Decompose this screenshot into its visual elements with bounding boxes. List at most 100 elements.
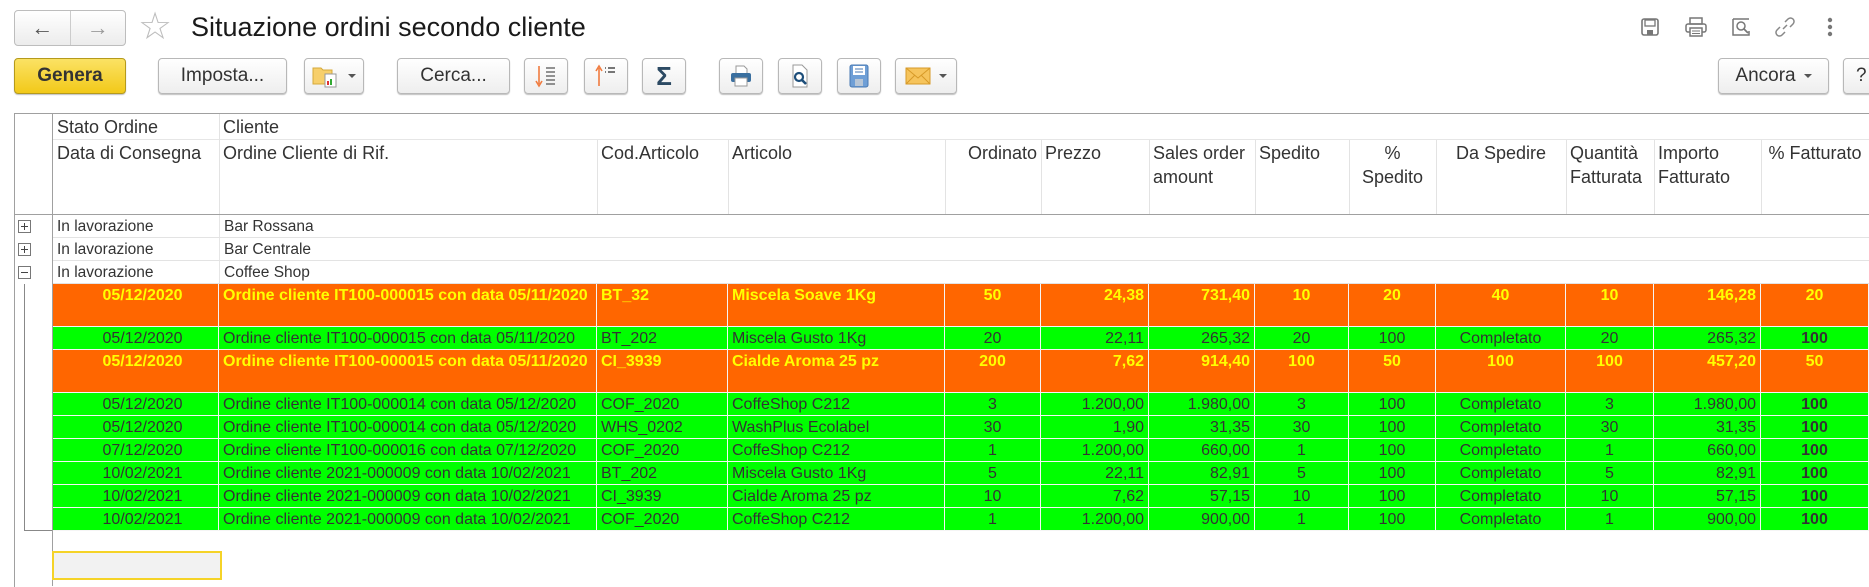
back-button[interactable]: ← (15, 11, 70, 45)
header-ordered[interactable]: Ordinato (945, 141, 1041, 165)
cell-qty-invoiced[interactable]: 10 (1566, 485, 1654, 507)
cell-item[interactable]: CoffeShop C212 (728, 439, 945, 461)
sort-ascending-button[interactable] (584, 58, 628, 94)
collapse-icon[interactable] (18, 266, 31, 279)
cell-shipped[interactable]: 100 (1255, 350, 1349, 392)
cell-customer-order-ref[interactable]: Ordine cliente IT100-000015 con data 05/… (219, 350, 597, 392)
cell-customer-order-ref[interactable]: Ordine cliente 2021-000009 con data 10/0… (219, 508, 597, 530)
table-row[interactable]: 05/12/2020 Ordine cliente IT100-000015 co… (53, 327, 1869, 350)
cell-customer-order-ref[interactable]: Ordine cliente IT100-000015 con data 05/… (219, 327, 597, 349)
cell-pct-shipped[interactable]: 100 (1349, 416, 1436, 438)
cell-shipped[interactable]: 10 (1255, 284, 1349, 326)
cell-item-code[interactable]: CI_3939 (597, 350, 728, 392)
cell-delivery-date[interactable]: 10/02/2021 (53, 485, 219, 507)
cell-pct-invoiced[interactable]: 50 (1761, 350, 1869, 392)
table-row[interactable]: 10/02/2021 Ordine cliente 2021-000009 con… (53, 508, 1869, 531)
cell-delivery-date[interactable]: 05/12/2020 (53, 284, 219, 326)
cell-amount-invoiced[interactable]: 31,35 (1654, 416, 1761, 438)
cell-sales-order-amount[interactable]: 57,15 (1149, 485, 1255, 507)
cell-pct-invoiced[interactable]: 100 (1761, 416, 1869, 438)
send-email-dropdown[interactable] (895, 58, 957, 94)
cell-shipped[interactable]: 1 (1255, 508, 1349, 530)
cell-sales-order-amount[interactable]: 914,40 (1149, 350, 1255, 392)
cell-sales-order-amount[interactable]: 660,00 (1149, 439, 1255, 461)
cell-amount-invoiced[interactable]: 82,91 (1654, 462, 1761, 484)
header-to-ship[interactable]: Da Spedire (1436, 141, 1566, 165)
cell-amount-invoiced[interactable]: 457,20 (1654, 350, 1761, 392)
cell-item[interactable]: Cialde Aroma 25 pz (728, 485, 945, 507)
cell-ordered[interactable]: 3 (945, 393, 1041, 415)
cell-to-ship[interactable]: 100 (1436, 350, 1566, 392)
cell-amount-invoiced[interactable]: 146,28 (1654, 284, 1761, 326)
table-row[interactable]: 07/12/2020 Ordine cliente IT100-000016 co… (53, 439, 1869, 462)
cell-price[interactable]: 24,38 (1041, 284, 1149, 326)
header-qty-invoiced[interactable]: Quantità Fatturata (1566, 141, 1654, 189)
cell-item-code[interactable]: COF_2020 (597, 393, 728, 415)
table-row[interactable]: 10/02/2021 Ordine cliente 2021-000009 con… (53, 462, 1869, 485)
cell-ordered[interactable]: 20 (945, 327, 1041, 349)
cell-pct-shipped[interactable]: 100 (1349, 508, 1436, 530)
report-variants-dropdown[interactable] (304, 58, 364, 94)
cell-to-ship[interactable]: Completato (1436, 416, 1566, 438)
preview-icon[interactable] (1727, 14, 1755, 40)
cell-amount-invoiced[interactable]: 57,15 (1654, 485, 1761, 507)
header-stato-ordine[interactable]: Stato Ordine (53, 115, 219, 139)
cell-sales-order-amount[interactable]: 900,00 (1149, 508, 1255, 530)
cell-item[interactable]: WashPlus Ecolabel (728, 416, 945, 438)
cell-customer-order-ref[interactable]: Ordine cliente 2021-000009 con data 10/0… (219, 462, 597, 484)
cell-delivery-date[interactable]: 10/02/2021 (53, 462, 219, 484)
cell-item-code[interactable]: BT_32 (597, 284, 728, 326)
cell-pct-shipped[interactable]: 100 (1349, 462, 1436, 484)
cell-to-ship[interactable]: Completato (1436, 393, 1566, 415)
cell-delivery-date[interactable]: 10/02/2021 (53, 508, 219, 530)
cell-amount-invoiced[interactable]: 1.980,00 (1654, 393, 1761, 415)
table-row[interactable]: 05/12/2020 Ordine cliente IT100-000014 co… (53, 416, 1869, 439)
cell-customer-order-ref[interactable]: Ordine cliente IT100-000014 con data 05/… (219, 416, 597, 438)
cell-item[interactable]: Miscela Gusto 1Kg (728, 327, 945, 349)
header-pct-shipped[interactable]: % Spedito (1349, 141, 1436, 189)
cell-ordered[interactable]: 10 (945, 485, 1041, 507)
link-icon[interactable] (1771, 14, 1799, 40)
cell-ordered[interactable]: 1 (945, 508, 1041, 530)
save-button[interactable] (837, 58, 881, 94)
cell-pct-shipped[interactable]: 100 (1349, 327, 1436, 349)
header-item[interactable]: Articolo (728, 141, 945, 165)
header-cliente[interactable]: Cliente (219, 115, 619, 139)
cell-shipped[interactable]: 30 (1255, 416, 1349, 438)
cell-sales-order-amount[interactable]: 31,35 (1149, 416, 1255, 438)
table-row[interactable]: 05/12/2020 Ordine cliente IT100-000015 co… (53, 350, 1869, 393)
cell-qty-invoiced[interactable]: 1 (1566, 439, 1654, 461)
cell-item-code[interactable]: COF_2020 (597, 508, 728, 530)
cell-item[interactable]: Cialde Aroma 25 pz (728, 350, 945, 392)
cell-price[interactable]: 1.200,00 (1041, 439, 1149, 461)
preview-button[interactable] (778, 58, 822, 94)
cell-customer-order-ref[interactable]: Ordine cliente IT100-000016 con data 07/… (219, 439, 597, 461)
cell-sales-order-amount[interactable]: 82,91 (1149, 462, 1255, 484)
cell-sales-order-amount[interactable]: 1.980,00 (1149, 393, 1255, 415)
save-icon[interactable] (1636, 14, 1664, 40)
header-customer-order-ref[interactable]: Ordine Cliente di Rif. (219, 141, 597, 165)
cell-pct-shipped[interactable]: 50 (1349, 350, 1436, 392)
cell-item[interactable]: CoffeShop C212 (728, 508, 945, 530)
cell-to-ship[interactable]: Completato (1436, 439, 1566, 461)
cell-sales-order-amount[interactable]: 265,32 (1149, 327, 1255, 349)
cell-item[interactable]: CoffeShop C212 (728, 393, 945, 415)
cell-pct-invoiced[interactable]: 100 (1761, 439, 1869, 461)
group-row[interactable]: In lavorazione Bar Centrale (53, 238, 1869, 261)
header-shipped[interactable]: Spedito (1255, 141, 1349, 165)
cell-customer-order-ref[interactable]: Ordine cliente IT100-000015 con data 05/… (219, 284, 597, 326)
cell-qty-invoiced[interactable]: 10 (1566, 284, 1654, 326)
cell-to-ship[interactable]: Completato (1436, 485, 1566, 507)
cell-price[interactable]: 1,90 (1041, 416, 1149, 438)
header-delivery-date[interactable]: Data di Consegna (53, 141, 219, 165)
cell-shipped[interactable]: 10 (1255, 485, 1349, 507)
cell-amount-invoiced[interactable]: 660,00 (1654, 439, 1761, 461)
group-row[interactable]: In lavorazione Bar Rossana (53, 215, 1869, 238)
cell-qty-invoiced[interactable]: 5 (1566, 462, 1654, 484)
cell-qty-invoiced[interactable]: 20 (1566, 327, 1654, 349)
cell-pct-invoiced[interactable]: 100 (1761, 327, 1869, 349)
cell-pct-shipped[interactable]: 100 (1349, 439, 1436, 461)
expand-icon[interactable] (18, 243, 31, 256)
cell-item[interactable]: Miscela Soave 1Kg (728, 284, 945, 326)
cell-ordered[interactable]: 50 (945, 284, 1041, 326)
